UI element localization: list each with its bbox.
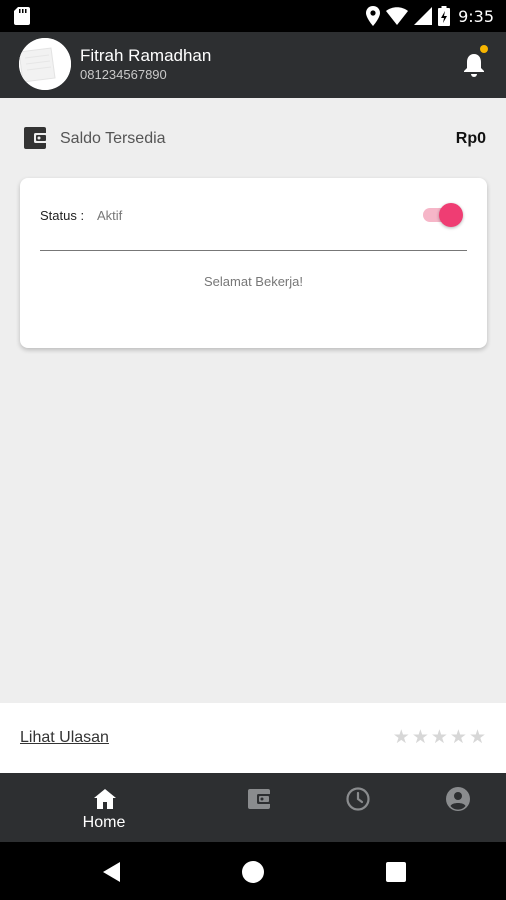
- avatar-image: [19, 38, 71, 90]
- balance-label: Saldo Tersedia: [60, 130, 166, 147]
- clock-icon: [346, 787, 370, 811]
- user-name: Fitrah Ramadhan: [80, 46, 212, 65]
- star-icon: ★: [468, 727, 486, 748]
- app-screen: 9:35 Fitrah Ramadhan 081234567890 Saldo …: [0, 0, 506, 900]
- battery-icon: [438, 6, 451, 26]
- card-divider: [40, 250, 467, 251]
- active-status-toggle[interactable]: [423, 203, 463, 227]
- account-icon: [446, 787, 470, 811]
- wallet-icon: [24, 127, 48, 149]
- recent-apps-button[interactable]: [386, 862, 406, 882]
- system-home-button[interactable]: [242, 861, 264, 883]
- back-icon[interactable]: [100, 861, 122, 883]
- sd-card-icon: [14, 7, 30, 25]
- balance-row: Saldo Tersedia Rp0: [0, 98, 506, 178]
- notification-bell-icon[interactable]: [462, 52, 486, 78]
- view-reviews-link[interactable]: Lihat Ulasan: [20, 729, 109, 747]
- wifi-icon: [386, 7, 409, 25]
- status-label: Status :: [40, 208, 85, 223]
- nav-item-history[interactable]: [307, 773, 407, 842]
- star-icon: ★: [411, 727, 429, 748]
- nav-item-home[interactable]: Home: [54, 773, 154, 842]
- notification-dot: [480, 45, 488, 53]
- user-phone: 081234567890: [80, 67, 167, 82]
- rating-stars: ★ ★ ★ ★ ★: [393, 728, 486, 748]
- status-bar: 9:35: [0, 0, 506, 32]
- home-icon: [94, 789, 116, 809]
- status-value: Aktif: [97, 208, 123, 223]
- location-icon: [366, 6, 381, 26]
- wallet-icon: [248, 789, 271, 809]
- nav-label-home: Home: [82, 814, 126, 831]
- nav-item-account[interactable]: [407, 773, 506, 842]
- signal-icon: [414, 7, 433, 25]
- greeting-text: Selamat Bekerja!: [204, 274, 303, 289]
- star-icon: ★: [430, 727, 448, 748]
- balance-amount: Rp0: [455, 130, 486, 147]
- bottom-navigation: Home: [0, 773, 506, 842]
- star-icon: ★: [392, 727, 410, 748]
- system-navigation-bar: [0, 842, 506, 900]
- toggle-knob: [439, 203, 463, 227]
- nav-item-wallet[interactable]: [208, 773, 308, 842]
- app-header: Fitrah Ramadhan 081234567890: [0, 32, 506, 98]
- status-card: Status : Aktif Selamat Bekerja!: [20, 178, 487, 348]
- review-row: Lihat Ulasan ★ ★ ★ ★ ★: [0, 703, 506, 773]
- clock-time: 9:35: [458, 6, 494, 26]
- star-icon: ★: [449, 727, 467, 748]
- avatar[interactable]: [19, 38, 71, 90]
